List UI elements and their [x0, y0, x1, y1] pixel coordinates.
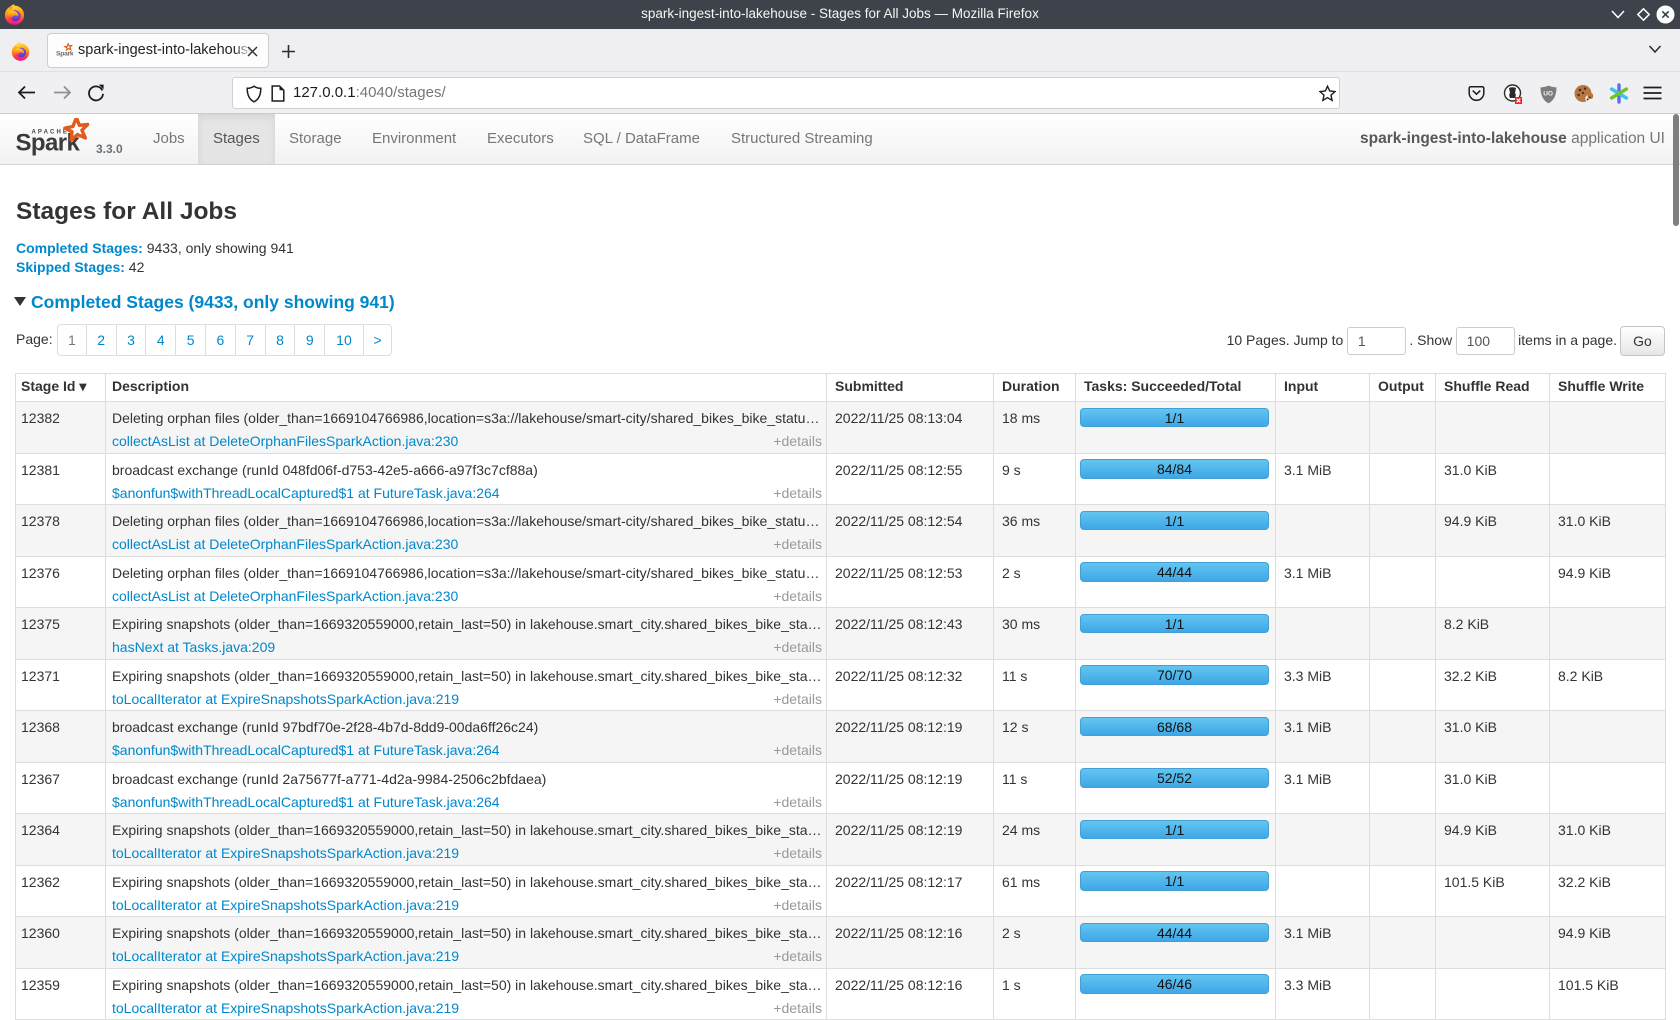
svg-text:Spark: Spark	[56, 51, 73, 58]
svg-text:UO: UO	[1543, 91, 1553, 98]
